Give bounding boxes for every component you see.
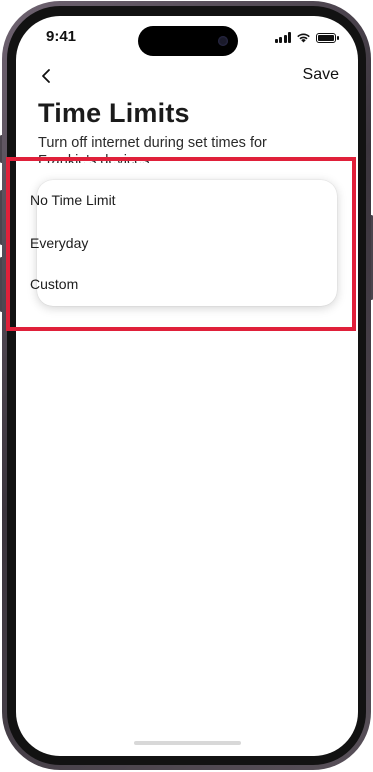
highlight-box [6,157,356,331]
phone-screen: 9:41 Save Time Limits Turn off internet … [16,16,358,756]
back-button[interactable] [38,66,58,86]
camera-icon [218,36,228,46]
chevron-left-icon [42,69,50,83]
status-icons [274,32,339,43]
page-title: Time Limits [38,98,190,128]
save-button[interactable]: Save [303,66,339,84]
wifi-icon [297,33,310,43]
subtitle-line-1: Turn off internet during set times for [38,135,267,151]
status-time: 9:41 [46,28,77,45]
device-mockup: 9:41 Save Time Limits Turn off internet … [0,0,373,772]
battery-icon [316,32,339,43]
home-indicator [134,741,241,745]
cellular-signal-icon [274,32,291,43]
dynamic-island [138,26,238,56]
